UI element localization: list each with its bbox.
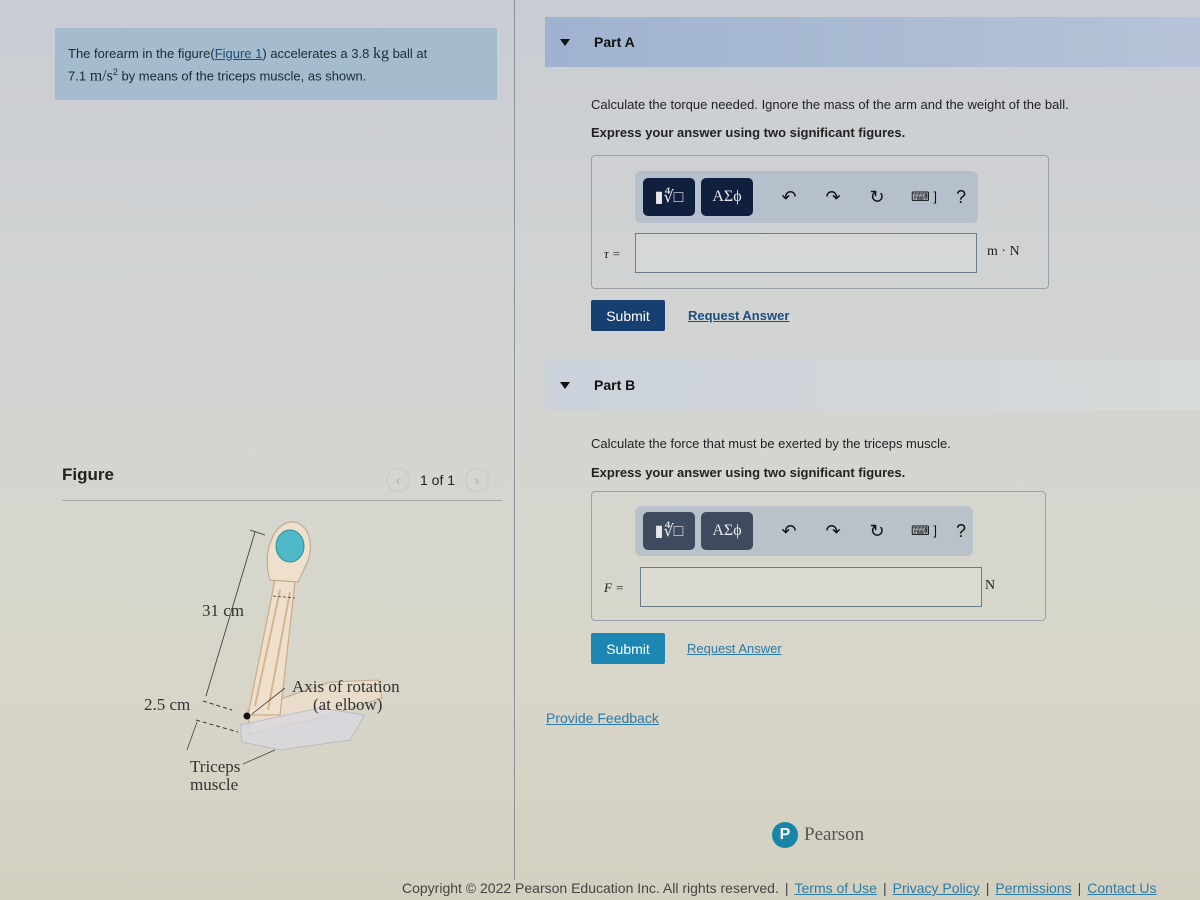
permissions-link[interactable]: Permissions — [995, 880, 1071, 896]
caret-down-icon — [560, 381, 570, 389]
force-unit: N — [985, 578, 996, 593]
provide-feedback-link[interactable]: Provide Feedback — [546, 710, 659, 726]
mass-unit: kg — [372, 45, 389, 62]
part-b-answer-box: ▮∜□ ΑΣϕ ↶ ↷ ↻ ⌨ ] ? F = N — [591, 491, 1046, 621]
chevron-right-icon: › — [474, 472, 480, 488]
copyright-text: Copyright © 2022 Pearson Education Inc. … — [402, 880, 779, 896]
templates-icon: ▮∜□ — [654, 523, 684, 540]
figure-title: Figure — [62, 465, 114, 484]
greek-symbols-button[interactable]: ΑΣϕ — [701, 512, 753, 550]
part-b-question: Calculate the force that must be exerted… — [591, 436, 951, 451]
torque-unit: m · N — [987, 244, 1020, 259]
undo-icon[interactable]: ↶ — [767, 187, 811, 208]
pearson-name: Pearson — [804, 824, 865, 845]
figure-pager: ‹ 1 of 1 › — [386, 468, 490, 492]
part-b-title: Part B — [594, 377, 636, 393]
part-b-instruction: Express your answer using two significan… — [591, 465, 906, 480]
next-figure-button[interactable]: › — [465, 468, 490, 492]
math-toolbar: ▮∜□ ΑΣϕ ↶ ↷ ↻ ⌨ ] ? — [635, 171, 978, 223]
redo-icon[interactable]: ↷ — [811, 187, 855, 208]
problem-text: ball at — [388, 46, 428, 61]
accel-value: 7.1 — [68, 68, 90, 84]
help-icon[interactable]: ? — [949, 521, 973, 542]
part-a-question: Calculate the torque needed. Ignore the … — [591, 97, 1069, 112]
triceps-arrow-line — [186, 721, 198, 751]
problem-statement: The forearm in the figure(Figure 1) acce… — [55, 28, 497, 100]
privacy-policy-link[interactable]: Privacy Policy — [893, 880, 980, 896]
part-b-header[interactable]: Part B — [545, 360, 1200, 410]
redo-icon[interactable]: ↷ — [811, 521, 855, 542]
contact-us-link[interactable]: Contact Us — [1087, 880, 1156, 896]
triceps-leader-line — [242, 749, 276, 765]
accel-unit: m/s — [89, 67, 113, 85]
templates-icon: ▮∜□ — [654, 189, 684, 206]
part-a-header[interactable]: Part A — [545, 17, 1200, 67]
templates-button[interactable]: ▮∜□ — [643, 512, 695, 550]
figure-link[interactable]: Figure 1 — [215, 46, 263, 61]
part-b-request-answer-link[interactable]: Request Answer — [687, 641, 782, 656]
undo-icon[interactable]: ↶ — [767, 521, 811, 542]
label-2-5cm: 2.5 cm — [144, 695, 191, 714]
panel-divider — [514, 0, 515, 880]
f-label: F = — [604, 580, 624, 595]
torque-input[interactable] — [635, 233, 977, 273]
problem-text: ) accelerates a 3.8 — [262, 46, 373, 61]
reset-icon[interactable]: ↻ — [855, 187, 899, 208]
tau-label: τ = — [604, 246, 621, 261]
label-at-elbow: (at elbow) — [313, 695, 383, 714]
greek-icon: ΑΣϕ — [712, 522, 742, 539]
problem-text: by means of the triceps muscle, as shown… — [117, 68, 367, 84]
part-a-request-answer-link[interactable]: Request Answer — [688, 308, 789, 323]
pearson-logo-icon: P — [772, 822, 798, 848]
label-muscle: muscle — [190, 775, 239, 794]
greek-symbols-button[interactable]: ΑΣϕ — [701, 178, 753, 216]
part-a-instruction: Express your answer using two significan… — [591, 125, 906, 140]
figure-page-count: 1 of 1 — [420, 472, 456, 488]
chevron-left-icon: ‹ — [395, 472, 401, 488]
caret-down-icon — [560, 38, 570, 46]
part-a-title: Part A — [594, 34, 635, 50]
label-axis-of-rotation: Axis of rotation — [292, 677, 400, 696]
ball-shape — [275, 529, 305, 563]
math-toolbar: ▮∜□ ΑΣϕ ↶ ↷ ↻ ⌨ ] ? — [635, 506, 973, 556]
previous-figure-button[interactable]: ‹ — [386, 468, 410, 492]
forearm-figure: 31 cm 2.5 cm Axis of rotation (at elbow)… — [130, 510, 450, 810]
help-icon[interactable]: ? — [949, 187, 973, 208]
footer: Copyright © 2022 Pearson Education Inc. … — [402, 880, 1157, 896]
reset-icon[interactable]: ↻ — [855, 521, 899, 542]
label-31cm: 31 cm — [202, 601, 245, 620]
templates-button[interactable]: ▮∜□ — [643, 178, 695, 216]
greek-icon: ΑΣϕ — [712, 188, 742, 205]
part-b-submit-button[interactable]: Submit — [591, 633, 665, 664]
pearson-brand: P Pearson — [772, 822, 864, 848]
keyboard-icon[interactable]: ⌨ ] — [899, 189, 949, 205]
label-triceps: Triceps — [190, 757, 241, 776]
forearm-illustration — [186, 521, 383, 765]
force-input[interactable] — [640, 567, 982, 607]
figure-rule — [62, 500, 502, 501]
guide-dashed-line — [195, 719, 239, 733]
part-a-submit-button[interactable]: Submit — [591, 300, 665, 331]
guide-dashed-line — [202, 700, 233, 711]
elbow-axis-point — [243, 712, 251, 720]
problem-text: The forearm in the figure( — [68, 46, 215, 61]
keyboard-icon[interactable]: ⌨ ] — [899, 523, 949, 539]
part-a-answer-box: ▮∜□ ΑΣϕ ↶ ↷ ↻ ⌨ ] ? τ = m · N — [591, 155, 1049, 289]
terms-of-use-link[interactable]: Terms of Use — [795, 880, 877, 896]
